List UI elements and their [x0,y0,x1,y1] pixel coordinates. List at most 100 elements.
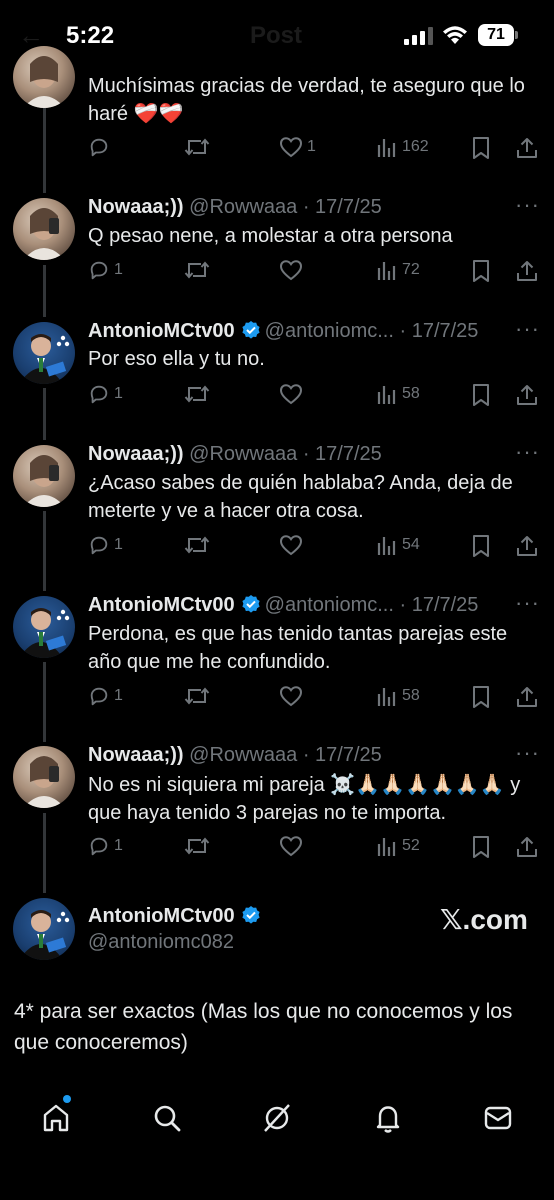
messages-icon[interactable] [482,1102,514,1134]
bookmark-button[interactable] [470,259,492,283]
like-button[interactable] [279,383,307,405]
bookmark-button[interactable] [470,534,492,558]
battery-nub [515,31,518,39]
display-name[interactable]: Nowaaa;)) [88,744,184,766]
more-options-icon[interactable]: ··· [515,439,540,465]
views-button[interactable]: 72 [376,259,420,281]
reply-icon [90,385,108,404]
reply-count: 1 [114,536,123,553]
display-name[interactable]: Nowaaa;)) [88,196,184,218]
reply-button[interactable]: 1 [88,534,123,556]
views-icon [377,688,396,706]
avatar[interactable] [13,746,75,808]
tweet-text: Muchísimas gracias de verdad, te aseguro… [88,75,525,125]
reply-count: 1 [114,687,123,704]
reply-button[interactable]: 1 [88,259,123,281]
avatar[interactable] [13,898,75,960]
display-name[interactable]: AntonioMCtv00 [88,594,235,616]
display-name[interactable]: AntonioMCtv00 [88,905,235,927]
more-options-icon[interactable]: ··· [515,740,540,766]
reply-count: 1 [114,261,123,278]
reply-button[interactable]: 1 [88,383,123,405]
tweet-header: Nowaaa;)) @Rowwaaa · 17/7/25 [88,744,382,767]
avatar[interactable] [13,445,75,507]
share-button[interactable] [515,383,539,407]
avatar[interactable] [13,46,75,108]
heart-icon [279,384,303,405]
handle[interactable]: @Rowwaaa [189,196,297,218]
home-icon[interactable] [40,1102,72,1134]
tweet-actions: 1 58 [0,383,554,413]
avatar[interactable] [13,322,75,384]
reply-count: 1 [114,837,123,854]
share-icon [517,837,537,857]
share-button[interactable] [515,685,539,709]
handle[interactable]: @antoniomc082 [88,931,234,954]
handle[interactable]: @antoniomc... [265,594,394,616]
more-options-icon[interactable]: ··· [515,316,540,342]
bookmark-button[interactable] [470,685,492,709]
views-button[interactable]: 58 [376,685,420,707]
retweet-button[interactable] [184,259,210,281]
display-name[interactable]: Nowaaa;)) [88,443,184,465]
retweet-button[interactable] [184,136,210,158]
share-button[interactable] [515,136,539,160]
share-button[interactable] [515,835,539,859]
views-button[interactable]: 54 [376,534,420,556]
home-notification-dot [63,1095,71,1103]
bookmark-icon [473,535,489,557]
more-options-icon[interactable]: ··· [515,590,540,616]
retweet-button[interactable] [184,534,210,556]
reply-button[interactable] [88,136,114,158]
heart-icon [279,260,303,281]
main-tweet-header: AntonioMCtv00 [88,905,265,928]
share-icon [517,261,537,281]
handle[interactable]: @antoniomc... [265,320,394,342]
tweet-text: Q pesao nene, a molestar a otra persona [88,225,453,247]
tweet-actions: 1 162 [0,136,554,166]
grok-icon[interactable] [261,1102,293,1134]
views-count: 58 [402,687,420,704]
bookmark-button[interactable] [470,835,492,859]
bookmark-icon [473,686,489,708]
views-button[interactable]: 162 [376,136,429,158]
like-count: 1 [307,138,316,155]
tweet-header: AntonioMCtv00 @antoniomc... · 17/7/25 [88,594,478,617]
views-button[interactable]: 52 [376,835,420,857]
notifications-icon[interactable] [372,1102,404,1134]
like-button[interactable]: 1 [279,136,316,158]
avatar[interactable] [13,198,75,260]
avatar[interactable] [13,596,75,658]
tweet-date: · 17/7/25 [399,320,479,342]
display-name[interactable]: AntonioMCtv00 [88,320,235,342]
search-icon[interactable] [151,1102,183,1134]
share-button[interactable] [515,534,539,558]
verified-badge-icon [242,595,260,613]
tweet-text: Por eso ella y tu no. [88,348,265,370]
tweet-actions: 1 54 [0,534,554,564]
retweet-button[interactable] [184,835,210,857]
retweet-button[interactable] [184,685,210,707]
like-button[interactable] [279,534,307,556]
like-button[interactable] [279,259,307,281]
like-button[interactable] [279,685,307,707]
like-button[interactable] [279,835,307,857]
more-options-icon[interactable]: ··· [515,192,540,218]
bookmark-icon [473,836,489,858]
handle[interactable]: @Rowwaaa [189,744,297,766]
reply-button[interactable]: 1 [88,835,123,857]
share-button[interactable] [515,259,539,283]
handle[interactable]: @Rowwaaa [189,443,297,465]
views-button[interactable]: 58 [376,383,420,405]
bookmark-button[interactable] [470,383,492,407]
heart-icon [279,137,303,158]
tweet-text: ¿Acaso sabes de quién hablaba? Anda, dej… [88,472,513,522]
retweet-icon [184,837,210,855]
main-tweet-text: 4* para ser exactos (Mas los que no cono… [14,1000,513,1054]
views-icon [377,537,396,555]
bookmark-button[interactable] [470,136,492,160]
retweet-button[interactable] [184,383,210,405]
reply-button[interactable]: 1 [88,685,123,707]
verified-badge-icon [242,906,260,924]
retweet-icon [184,385,210,403]
